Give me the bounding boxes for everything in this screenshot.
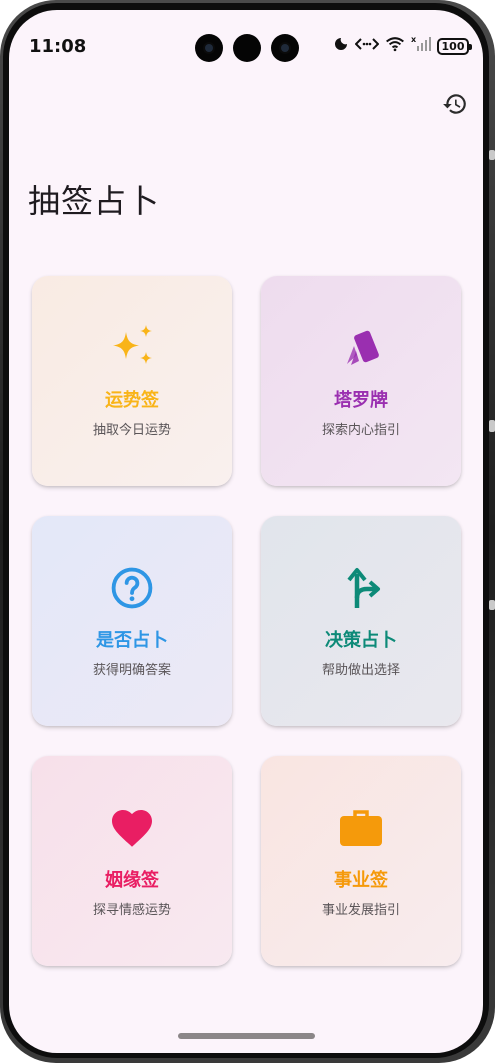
svg-text:x: x bbox=[411, 36, 417, 44]
card-title: 决策占卜 bbox=[325, 630, 397, 651]
card-subtitle: 抽取今日运势 bbox=[92, 423, 171, 438]
side-edge bbox=[489, 420, 495, 432]
card-decision[interactable]: 决策占卜 帮助做出选择 bbox=[261, 516, 461, 726]
card-title: 是否占卜 bbox=[96, 630, 168, 651]
battery-level: 100 bbox=[441, 39, 465, 53]
history-button[interactable] bbox=[441, 92, 469, 120]
card-tarot[interactable]: 塔罗牌 探索内心指引 bbox=[261, 276, 461, 486]
card-career[interactable]: 事业签 事业发展指引 bbox=[261, 756, 461, 966]
signal-icon: x bbox=[411, 35, 431, 56]
side-edge bbox=[489, 150, 495, 160]
moon-icon bbox=[333, 36, 349, 56]
history-icon bbox=[442, 91, 468, 121]
card-subtitle: 探索内心指引 bbox=[321, 423, 400, 438]
camera-icon bbox=[271, 34, 299, 62]
fork-arrow-icon bbox=[337, 564, 385, 612]
wifi-icon bbox=[385, 36, 405, 56]
card-subtitle: 探寻情感运势 bbox=[92, 903, 171, 918]
card-love[interactable]: 姻缘签 探寻情感运势 bbox=[32, 756, 232, 966]
camera-icon bbox=[233, 34, 261, 62]
side-edge bbox=[489, 600, 495, 610]
status-icons: x 100 bbox=[333, 35, 472, 56]
card-subtitle: 获得明确答案 bbox=[92, 663, 171, 678]
page-title: 抽签占卜 bbox=[28, 182, 161, 220]
briefcase-icon bbox=[337, 804, 385, 852]
question-circle-icon bbox=[108, 564, 156, 612]
data-transfer-icon bbox=[354, 36, 380, 56]
card-title: 运势签 bbox=[105, 390, 159, 411]
heart-icon bbox=[108, 804, 156, 852]
phone-frame: 11:08 x 100 抽签占卜 运势签 抽取今日运势 塔罗牌 探索内心指引 是… bbox=[0, 0, 495, 1063]
card-title: 事业签 bbox=[334, 870, 388, 891]
card-subtitle: 帮助做出选择 bbox=[321, 663, 400, 678]
card-subtitle: 事业发展指引 bbox=[321, 903, 400, 918]
battery-icon: 100 bbox=[437, 37, 472, 55]
card-title: 姻缘签 bbox=[105, 870, 159, 891]
camera-icon bbox=[195, 34, 223, 62]
home-indicator[interactable] bbox=[178, 1033, 315, 1039]
cards-icon bbox=[337, 324, 385, 372]
card-yes-no[interactable]: 是否占卜 获得明确答案 bbox=[32, 516, 232, 726]
app-screen: 11:08 x 100 抽签占卜 运势签 抽取今日运势 塔罗牌 探索内心指引 是… bbox=[9, 10, 483, 1053]
sparkles-icon bbox=[108, 324, 156, 372]
status-time: 11:08 bbox=[29, 36, 87, 57]
card-fortune[interactable]: 运势签 抽取今日运势 bbox=[32, 276, 232, 486]
card-title: 塔罗牌 bbox=[334, 390, 388, 411]
